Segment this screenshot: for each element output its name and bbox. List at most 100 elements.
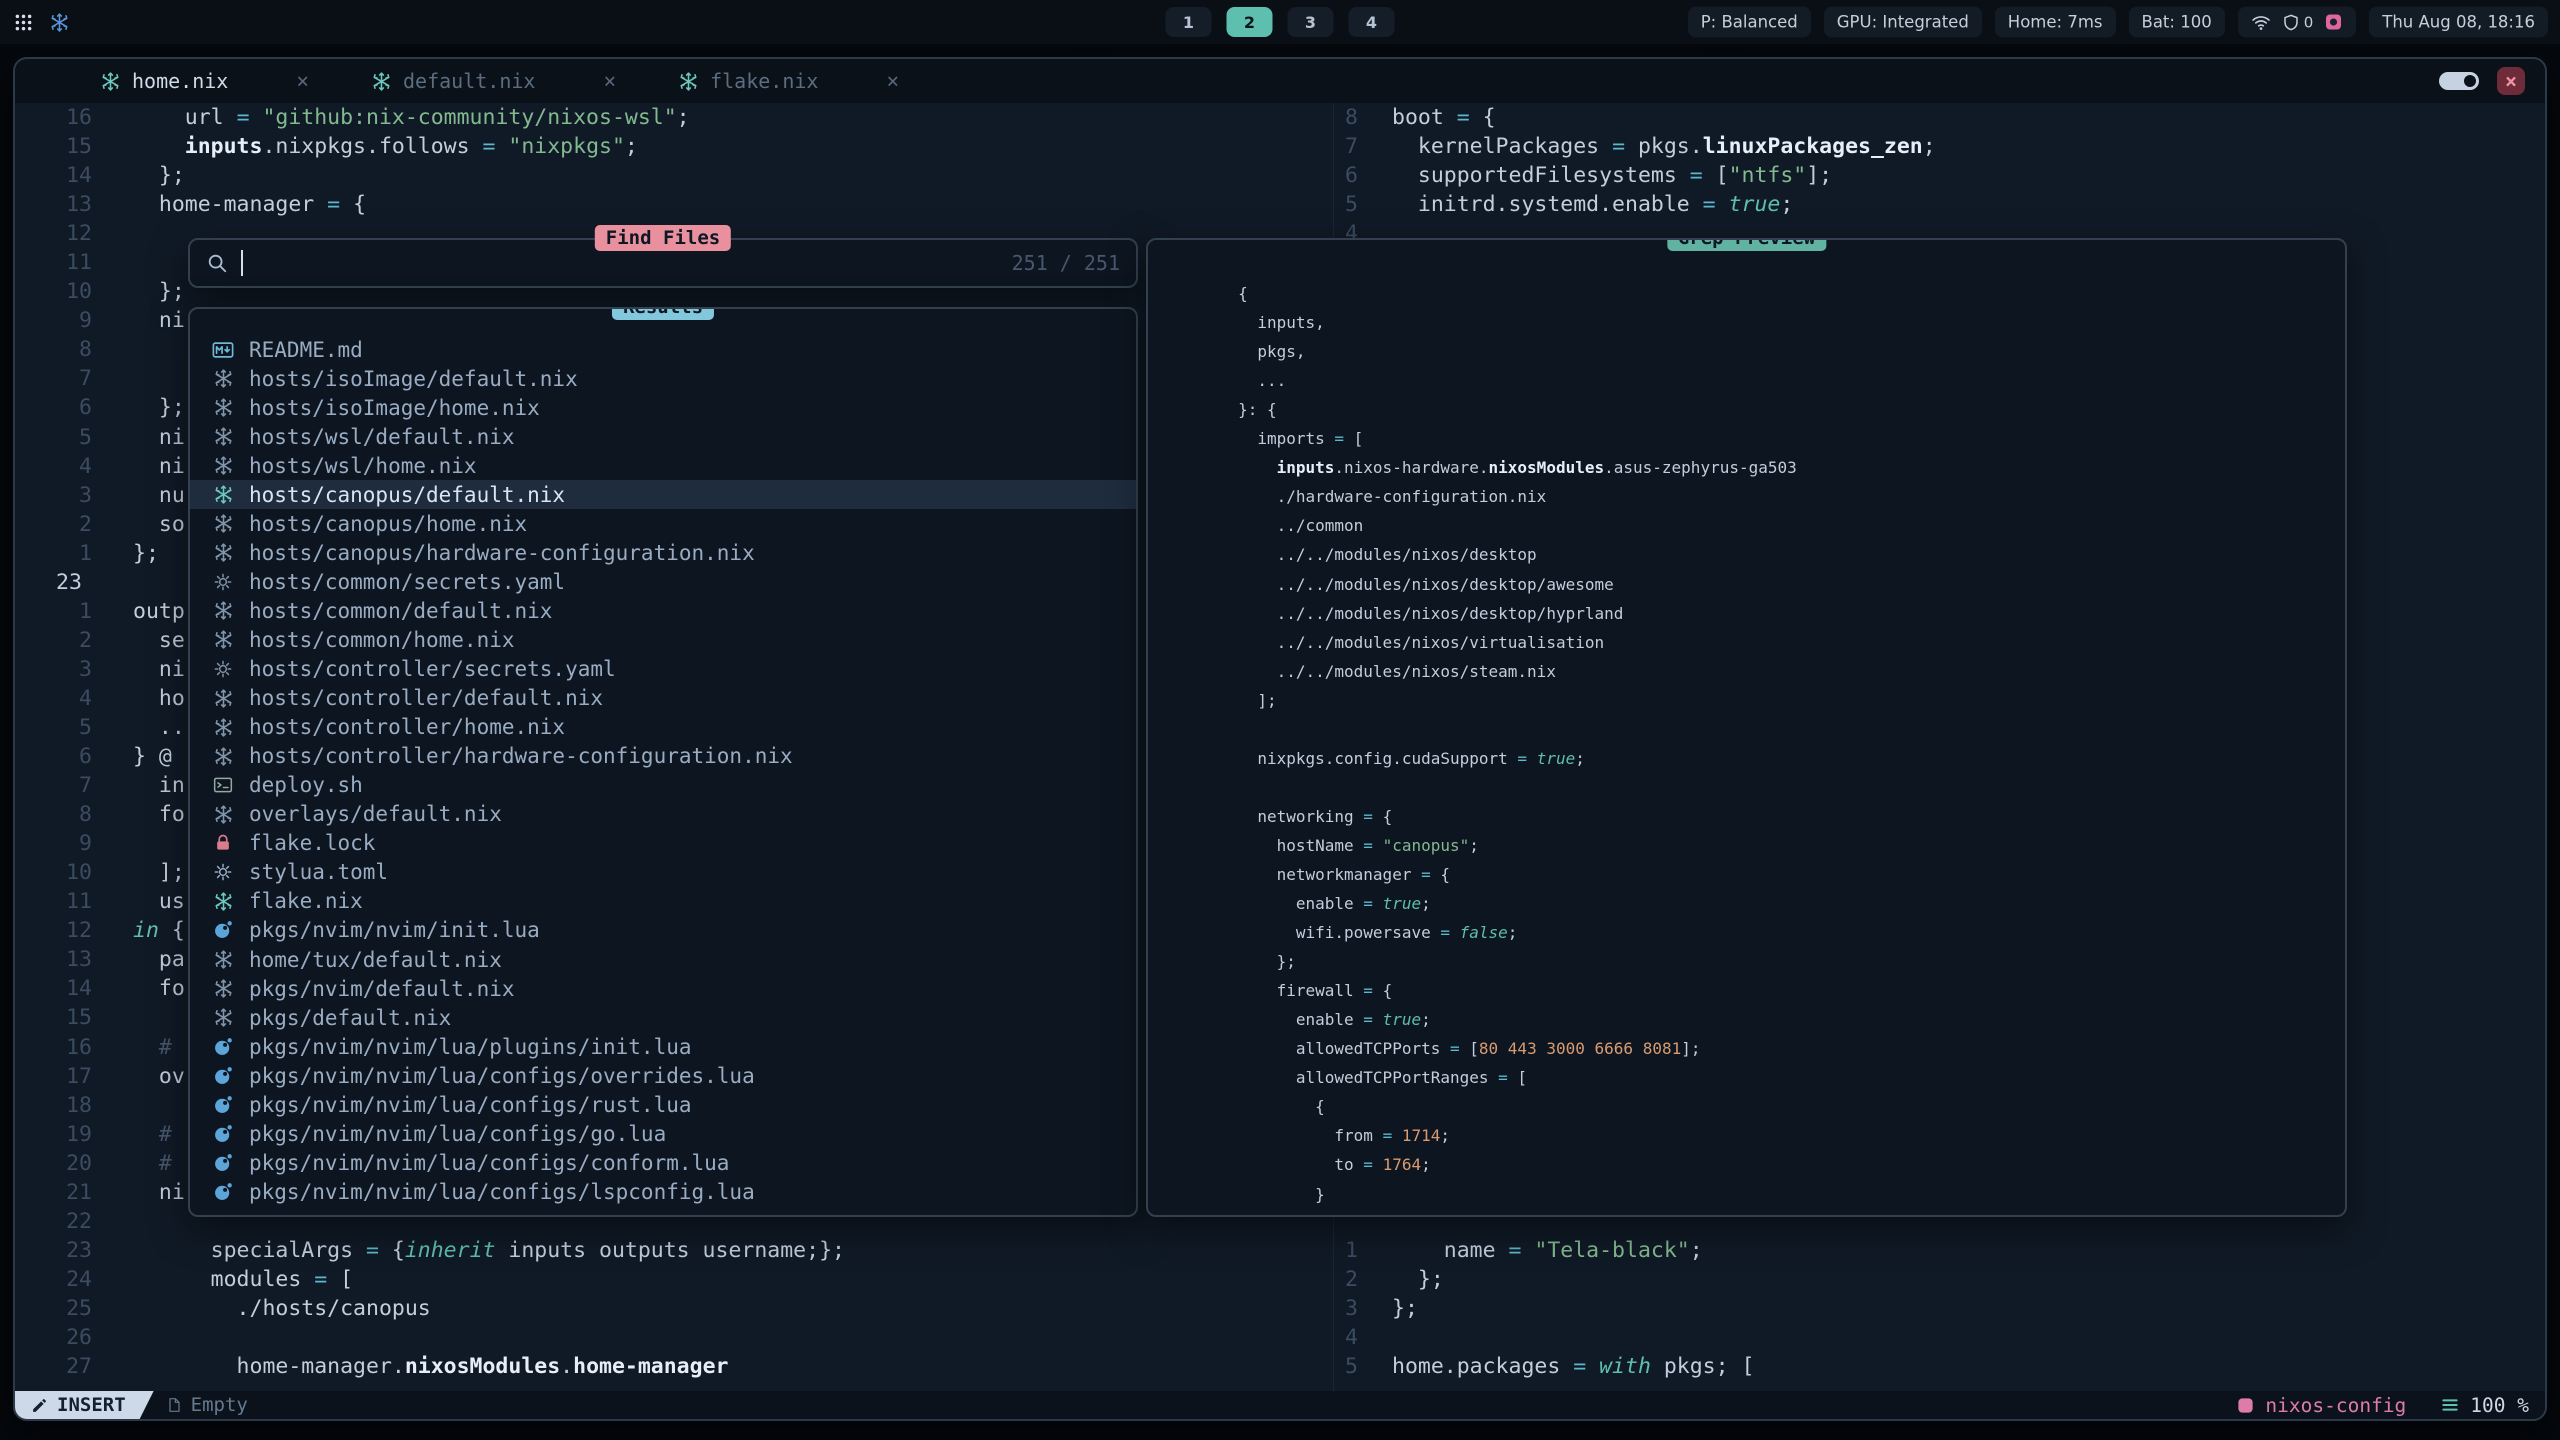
code-text[interactable]: fo bbox=[92, 974, 185, 1003]
result-item[interactable]: README.md bbox=[190, 335, 1136, 364]
code-text[interactable]: supportedFilesystems = ["ntfs"]; bbox=[1358, 161, 1832, 190]
code-text[interactable] bbox=[1358, 1323, 1392, 1352]
result-item[interactable]: flake.nix bbox=[190, 887, 1136, 916]
workspace-button[interactable]: 1 bbox=[1166, 7, 1212, 37]
result-item[interactable]: hosts/common/home.nix bbox=[190, 625, 1136, 654]
results-list[interactable]: README.md hosts/isoImage/default.nix hos… bbox=[190, 309, 1136, 1206]
result-item[interactable]: pkgs/default.nix bbox=[190, 1003, 1136, 1032]
result-item[interactable]: pkgs/nvim/nvim/lua/configs/go.lua bbox=[190, 1119, 1136, 1148]
result-item[interactable]: hosts/isoImage/default.nix bbox=[190, 364, 1136, 393]
code-text[interactable]: boot = { bbox=[1358, 103, 1496, 132]
window-close-button[interactable]: × bbox=[2497, 67, 2525, 95]
code-text[interactable]: outp bbox=[92, 597, 185, 626]
result-item[interactable]: stylua.toml bbox=[190, 858, 1136, 887]
code-text[interactable]: # bbox=[92, 1149, 172, 1178]
code-text[interactable] bbox=[92, 1003, 133, 1032]
tab[interactable]: home.nix × bbox=[100, 69, 309, 93]
code-text[interactable]: pa bbox=[92, 945, 185, 974]
code-text[interactable]: ni bbox=[92, 306, 185, 335]
tab-close-icon[interactable]: × bbox=[296, 69, 309, 93]
result-item[interactable]: overlays/default.nix bbox=[190, 800, 1136, 829]
code-text[interactable] bbox=[92, 1091, 133, 1120]
result-item[interactable]: pkgs/nvim/nvim/init.lua bbox=[190, 916, 1136, 945]
code-text[interactable]: ./hosts/canopus bbox=[92, 1294, 431, 1323]
workspace-button[interactable]: 4 bbox=[1349, 7, 1395, 37]
workspace-button[interactable]: 3 bbox=[1288, 7, 1334, 37]
code-text[interactable]: se bbox=[92, 626, 185, 655]
code-text[interactable]: home.packages = with pkgs; [ bbox=[1358, 1352, 1754, 1381]
code-text[interactable]: nu bbox=[92, 481, 185, 510]
code-text[interactable]: } @ bbox=[92, 742, 172, 771]
result-item[interactable]: hosts/canopus/default.nix bbox=[190, 480, 1136, 509]
result-item[interactable]: hosts/isoImage/home.nix bbox=[190, 393, 1136, 422]
result-item[interactable]: pkgs/nvim/default.nix bbox=[190, 974, 1136, 1003]
code-text[interactable]: ni bbox=[92, 452, 185, 481]
result-item[interactable]: hosts/canopus/hardware-configuration.nix bbox=[190, 538, 1136, 567]
result-item[interactable]: hosts/controller/secrets.yaml bbox=[190, 655, 1136, 684]
code-text[interactable]: ni bbox=[92, 655, 185, 684]
code-text[interactable]: home-manager.nixosModules.home-manager bbox=[92, 1352, 728, 1381]
result-item[interactable]: pkgs/nvim/nvim/lua/configs/lspconfig.lua bbox=[190, 1177, 1136, 1206]
code-text[interactable] bbox=[92, 829, 133, 858]
result-item[interactable]: hosts/common/default.nix bbox=[190, 596, 1136, 625]
result-item[interactable]: hosts/controller/hardware-configuration.… bbox=[190, 742, 1136, 771]
code-text[interactable]: ni bbox=[92, 1178, 185, 1207]
code-text[interactable]: ]; bbox=[92, 858, 185, 887]
code-text[interactable]: }; bbox=[92, 539, 159, 568]
code-text[interactable]: }; bbox=[92, 161, 185, 190]
result-item[interactable]: hosts/controller/default.nix bbox=[190, 684, 1136, 713]
tab[interactable]: flake.nix × bbox=[678, 69, 899, 93]
code-text[interactable]: }; bbox=[92, 393, 185, 422]
code-text[interactable]: url = "github:nix-community/nixos-wsl"; bbox=[92, 103, 690, 132]
code-text[interactable]: in bbox=[92, 771, 185, 800]
nixos-logo-icon[interactable] bbox=[49, 12, 70, 33]
tab-close-icon[interactable]: × bbox=[886, 69, 899, 93]
toggle-icon[interactable] bbox=[2439, 72, 2479, 90]
workspace-button[interactable]: 2 bbox=[1227, 7, 1273, 37]
result-item[interactable]: hosts/wsl/home.nix bbox=[190, 451, 1136, 480]
shield-icon[interactable]: 0 bbox=[2282, 13, 2314, 31]
code-text[interactable] bbox=[92, 364, 133, 393]
code-text[interactable]: }; bbox=[92, 277, 185, 306]
wifi-icon[interactable] bbox=[2251, 12, 2271, 32]
code-text[interactable]: inputs.nixpkgs.follows = "nixpkgs"; bbox=[92, 132, 638, 161]
code-text[interactable]: initrd.systemd.enable = true; bbox=[1358, 190, 1793, 219]
code-text[interactable] bbox=[92, 335, 133, 364]
code-text[interactable] bbox=[92, 568, 133, 597]
code-text[interactable]: }; bbox=[1358, 1265, 1444, 1294]
apps-grid-icon[interactable] bbox=[13, 12, 34, 33]
code-text[interactable]: so bbox=[92, 510, 185, 539]
code-text[interactable]: # bbox=[92, 1033, 172, 1062]
result-item[interactable]: hosts/wsl/default.nix bbox=[190, 422, 1136, 451]
tab-close-icon[interactable]: × bbox=[603, 69, 616, 93]
result-item[interactable]: pkgs/nvim/nvim/lua/plugins/init.lua bbox=[190, 1032, 1136, 1061]
result-item[interactable]: pkgs/nvim/nvim/lua/configs/overrides.lua bbox=[190, 1061, 1136, 1090]
result-item[interactable]: hosts/controller/home.nix bbox=[190, 713, 1136, 742]
result-item[interactable]: home/tux/default.nix bbox=[190, 945, 1136, 974]
tray-app-icon[interactable] bbox=[2324, 13, 2343, 32]
code-text[interactable]: fo bbox=[92, 800, 185, 829]
result-item[interactable]: pkgs/nvim/nvim/lua/configs/conform.lua bbox=[190, 1148, 1136, 1177]
code-text[interactable]: ov bbox=[92, 1062, 185, 1091]
code-text[interactable]: name = "Tela-black"; bbox=[1358, 1236, 1703, 1265]
code-text[interactable] bbox=[92, 1207, 133, 1236]
code-text[interactable]: kernelPackages = pkgs.linuxPackages_zen; bbox=[1358, 132, 1936, 161]
code-text[interactable] bbox=[92, 1323, 133, 1352]
result-item[interactable]: deploy.sh bbox=[190, 771, 1136, 800]
code-text[interactable]: ni bbox=[92, 423, 185, 452]
code-text[interactable]: .. bbox=[92, 713, 185, 742]
code-text[interactable] bbox=[92, 219, 133, 248]
result-item[interactable]: hosts/common/secrets.yaml bbox=[190, 567, 1136, 596]
code-text[interactable] bbox=[92, 248, 133, 277]
result-item[interactable]: pkgs/nvim/nvim/lua/configs/rust.lua bbox=[190, 1090, 1136, 1119]
code-text[interactable]: modules = [ bbox=[92, 1265, 353, 1294]
code-text[interactable]: home-manager = { bbox=[92, 190, 366, 219]
code-text[interactable]: in { bbox=[92, 916, 185, 945]
result-item[interactable]: hosts/canopus/home.nix bbox=[190, 509, 1136, 538]
code-text[interactable]: specialArgs = {inherit inputs outputs us… bbox=[92, 1236, 845, 1265]
result-item[interactable]: flake.lock bbox=[190, 829, 1136, 858]
code-text[interactable]: }; bbox=[1358, 1294, 1418, 1323]
code-text[interactable]: us bbox=[92, 887, 185, 916]
code-text[interactable]: # bbox=[92, 1120, 172, 1149]
code-text[interactable]: ho bbox=[92, 684, 185, 713]
